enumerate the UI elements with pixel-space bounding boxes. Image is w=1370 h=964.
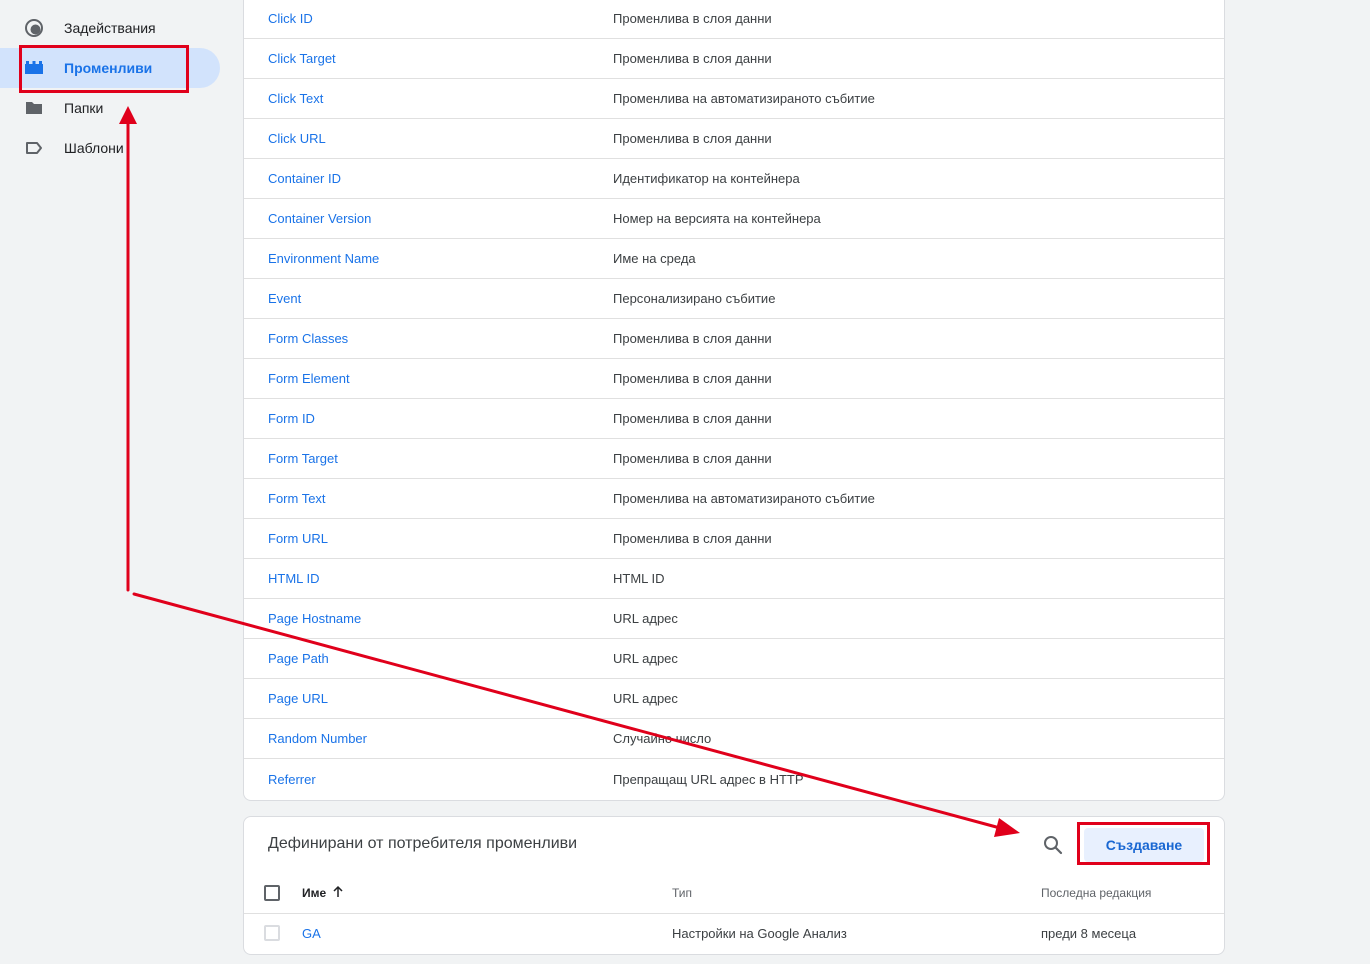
variable-type: HTML ID <box>613 571 665 586</box>
table-row[interactable]: HTML ID HTML ID <box>244 559 1224 599</box>
variable-name-link[interactable]: HTML ID <box>244 571 613 586</box>
table-row[interactable]: Form Classes Променлива в слоя данни <box>244 319 1224 359</box>
variable-type: Настройки на Google Анализ <box>672 926 847 941</box>
variable-type: Променлива в слоя данни <box>613 331 772 346</box>
variable-type: Случайно число <box>613 731 712 746</box>
table-row[interactable]: Event Персонализирано събитие <box>244 279 1224 319</box>
variable-name-link[interactable]: Form URL <box>244 531 613 546</box>
column-header-type[interactable]: Тип <box>672 886 692 900</box>
variable-type: Променлива в слоя данни <box>613 11 772 26</box>
tag-outline-icon <box>24 138 44 158</box>
variable-type: Променлива в слоя данни <box>613 531 772 546</box>
table-row[interactable]: Form URL Променлива в слоя данни <box>244 519 1224 559</box>
variable-name-link[interactable]: Click Target <box>244 51 613 66</box>
variable-name-link[interactable]: Form Classes <box>244 331 613 346</box>
variable-type: URL адрес <box>613 611 678 626</box>
builtin-variables-card: Click ID Променлива в слоя данни Click Tar… <box>243 0 1225 801</box>
variable-name-link[interactable]: Referrer <box>244 772 613 787</box>
select-all-checkbox[interactable] <box>264 885 280 901</box>
variable-name-link[interactable]: Form Text <box>244 491 613 506</box>
variable-name-link[interactable]: GA <box>302 926 321 941</box>
variable-type: Променлива на автоматизираното събитие <box>613 491 875 506</box>
table-row[interactable]: Click Text Променлива на автоматизираното… <box>244 79 1224 119</box>
table-row[interactable]: Page URL URL адрес <box>244 679 1224 719</box>
table-row[interactable]: Referrer Препращащ URL адрес в HTTP <box>244 759 1224 799</box>
sidebar-item-label: Папки <box>64 100 104 116</box>
variable-type: Променлива в слоя данни <box>613 371 772 386</box>
user-defined-variables-card: Дефинирани от потребителя променливи Съз… <box>243 816 1225 955</box>
variable-type: Идентификатор на контейнера <box>613 171 800 186</box>
variable-name-link[interactable]: Form Element <box>244 371 613 386</box>
variables-icon <box>24 58 44 78</box>
last-edited: преди 8 месеца <box>1041 926 1137 941</box>
folder-icon <box>24 98 44 118</box>
table-row[interactable]: Page Hostname URL адрес <box>244 599 1224 639</box>
section-title: Дефинирани от потребителя променливи <box>268 835 578 852</box>
table-row[interactable]: Click Target Променлива в слоя данни <box>244 39 1224 79</box>
table-header: Име Тип Последна редакция <box>244 873 1224 914</box>
variable-name-link[interactable]: Random Number <box>244 731 613 746</box>
column-header-name[interactable]: Име <box>302 886 326 900</box>
table-row[interactable]: Random Number Случайно число <box>244 719 1224 759</box>
variable-type: Персонализирано събитие <box>613 291 776 306</box>
table-row[interactable]: Form ID Променлива в слоя данни <box>244 399 1224 439</box>
sidebar-item-folders[interactable]: Папки <box>0 88 220 128</box>
variable-type: Променлива в слоя данни <box>613 131 772 146</box>
variable-type: Променлива в слоя данни <box>613 451 772 466</box>
sidebar-item-label: Шаблони <box>64 140 124 156</box>
variable-name-link[interactable]: Environment Name <box>244 251 613 266</box>
table-row[interactable]: Click ID Променлива в слоя данни <box>244 0 1224 39</box>
user-defined-header: Дефинирани от потребителя променливи Съз… <box>244 817 1224 873</box>
sidebar-item-templates[interactable]: Шаблони <box>0 128 220 168</box>
variable-name-link[interactable]: Form ID <box>244 411 613 426</box>
variable-name-link[interactable]: Click URL <box>244 131 613 146</box>
table-row[interactable]: Environment Name Име на среда <box>244 239 1224 279</box>
variable-name-link[interactable]: Click ID <box>244 11 613 26</box>
table-row[interactable]: Page Path URL адрес <box>244 639 1224 679</box>
variable-type: URL адрес <box>613 691 678 706</box>
sidebar-item-label: Променливи <box>64 60 153 76</box>
trigger-icon <box>24 18 44 38</box>
variable-type: Променлива в слоя данни <box>613 51 772 66</box>
variable-type: Номер на версията на контейнера <box>613 211 821 226</box>
table-row[interactable]: Container Version Номер на версията на ко… <box>244 199 1224 239</box>
create-button[interactable]: Създаване <box>1084 828 1204 862</box>
table-row[interactable]: Form Target Променлива в слоя данни <box>244 439 1224 479</box>
sidebar-item-label: Задействания <box>64 20 156 36</box>
variable-type: URL адрес <box>613 651 678 666</box>
sidebar-item-triggers[interactable]: Задействания <box>0 8 220 48</box>
table-row[interactable]: Container ID Идентификатор на контейнера <box>244 159 1224 199</box>
variable-name-link[interactable]: Page Path <box>244 651 613 666</box>
table-row[interactable]: Click URL Променлива в слоя данни <box>244 119 1224 159</box>
table-row[interactable]: Form Text Променлива на автоматизираното … <box>244 479 1224 519</box>
variable-type: Име на среда <box>613 251 696 266</box>
variable-name-link[interactable]: Click Text <box>244 91 613 106</box>
variable-type: Променлива в слоя данни <box>613 411 772 426</box>
search-icon[interactable] <box>1042 834 1064 856</box>
table-row[interactable]: GA Настройки на Google Анализ преди 8 ме… <box>244 913 1224 953</box>
column-header-last-edited[interactable]: Последна редакция <box>1041 886 1151 900</box>
sidebar: Задействания Променливи Папки Шаблони <box>0 0 230 964</box>
variable-type: Променлива на автоматизираното събитие <box>613 91 875 106</box>
variable-name-link[interactable]: Page Hostname <box>244 611 613 626</box>
row-checkbox[interactable] <box>264 925 280 941</box>
variable-name-link[interactable]: Container Version <box>244 211 613 226</box>
variable-name-link[interactable]: Container ID <box>244 171 613 186</box>
variable-name-link[interactable]: Event <box>244 291 613 306</box>
arrow-up-icon[interactable] <box>331 885 345 902</box>
builtin-variables-table: Click ID Променлива в слоя данни Click Tar… <box>244 0 1224 799</box>
sidebar-item-variables[interactable]: Променливи <box>0 48 220 88</box>
variable-name-link[interactable]: Form Target <box>244 451 613 466</box>
variable-type: Препращащ URL адрес в HTTP <box>613 771 804 787</box>
variable-name-link[interactable]: Page URL <box>244 691 613 706</box>
table-row[interactable]: Form Element Променлива в слоя данни <box>244 359 1224 399</box>
